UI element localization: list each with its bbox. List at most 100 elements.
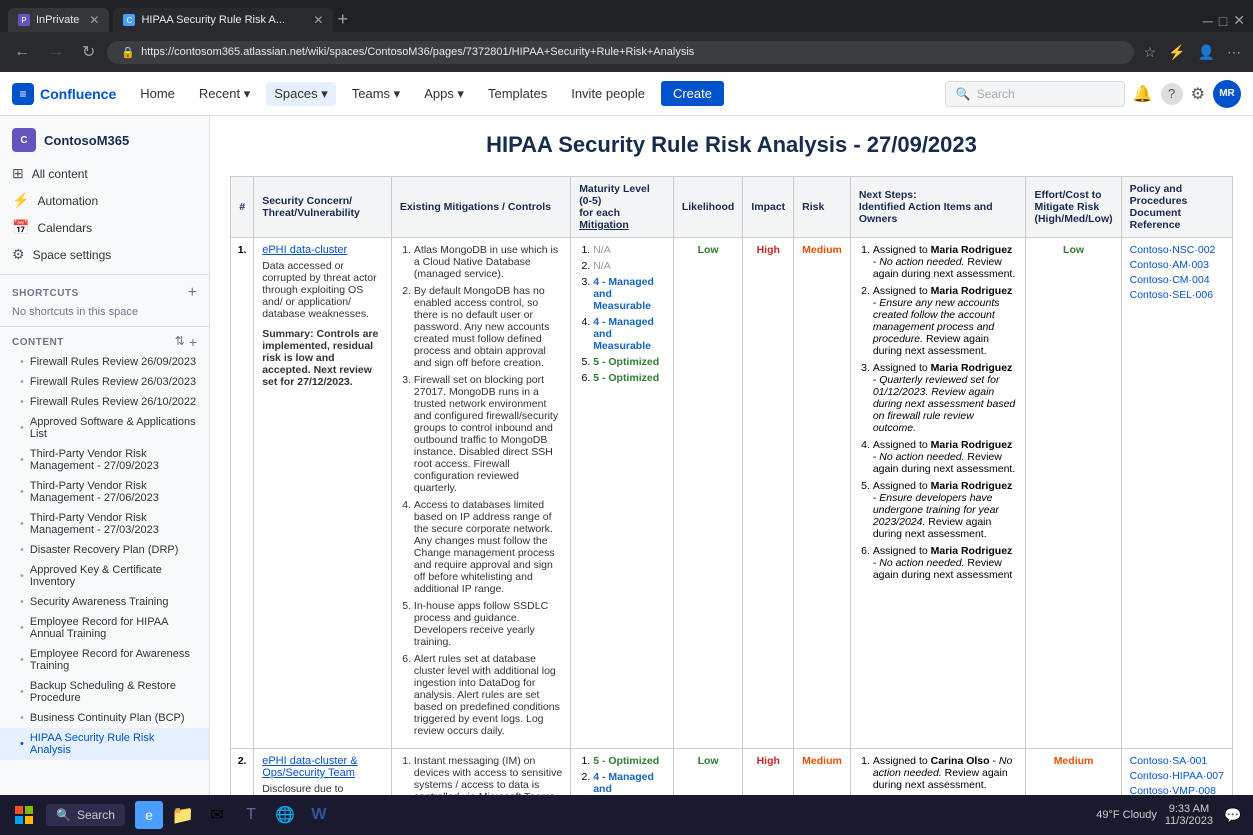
- row2-impact: High: [743, 749, 794, 796]
- topnav-templates[interactable]: Templates: [480, 82, 555, 105]
- notification-icon[interactable]: 🔔: [1133, 84, 1153, 104]
- taskbar-clock: 9:33 AM 11/3/2023: [1165, 803, 1213, 827]
- sidebar-space-settings[interactable]: ⚙ Space settings: [0, 241, 209, 268]
- help-icon[interactable]: ?: [1161, 83, 1183, 105]
- sidebar-all-content[interactable]: ⊞ All content: [0, 160, 209, 187]
- taskbar-teams-icon[interactable]: T: [237, 801, 265, 829]
- topnav-recent[interactable]: Recent ▾: [191, 82, 258, 106]
- sidebar-calendars[interactable]: 📅 Calendars: [0, 214, 209, 241]
- topnav-create-button[interactable]: Create: [661, 81, 724, 106]
- topnav-spaces[interactable]: Spaces ▾: [266, 82, 336, 106]
- sidebar-item-firewall3[interactable]: • Firewall Rules Review 26/10/2022: [0, 392, 209, 412]
- row2-effort: Medium: [1026, 749, 1121, 796]
- nav-forward-button[interactable]: →: [42, 39, 70, 65]
- browser-profile-icon[interactable]: 👤: [1194, 40, 1219, 65]
- tab-close-icon[interactable]: ✕: [89, 13, 99, 27]
- shortcuts-add-icon[interactable]: +: [188, 284, 197, 302]
- row2-risk: Medium: [794, 749, 851, 796]
- browser-star-icon[interactable]: ☆: [1140, 40, 1161, 65]
- browser-ext-icon[interactable]: ⚡: [1164, 40, 1189, 65]
- row1-impact: High: [743, 238, 794, 749]
- sidebar-item-vendor1[interactable]: • Third-Party Vendor Risk Management - 2…: [0, 444, 209, 476]
- sidebar-item-vendor3[interactable]: • Third-Party Vendor Risk Management - 2…: [0, 508, 209, 540]
- taskbar-search[interactable]: 🔍 Search: [46, 804, 125, 826]
- taskbar-mail-icon[interactable]: ✉: [203, 801, 231, 829]
- sidebar-item-firewall2[interactable]: • Firewall Rules Review 26/03/2023: [0, 372, 209, 392]
- taskbar-explorer-icon[interactable]: 📁: [169, 801, 197, 829]
- row1-maturity: N/A N/A 4 - Managed and Measurable 4 - M…: [571, 238, 674, 749]
- col-maturity: Maturity Level (0-5)for each Mitigation: [571, 177, 674, 238]
- col-mitigations: Existing Mitigations / Controls: [391, 177, 570, 238]
- window-close-icon[interactable]: ✕: [1233, 12, 1245, 29]
- topnav-invite[interactable]: Invite people: [563, 82, 653, 105]
- taskbar-word-icon[interactable]: W: [305, 801, 333, 829]
- col-risk: Risk: [794, 177, 851, 238]
- taskbar-browser-icon[interactable]: e: [135, 801, 163, 829]
- user-avatar[interactable]: MR: [1213, 80, 1241, 108]
- browser-tab-active[interactable]: C HIPAA Security Rule Risk A... ✕: [113, 8, 333, 32]
- browser-nav-bar: ← → ↻ 🔒 https://contosom365.atlassian.ne…: [0, 32, 1253, 72]
- sidebar: C ContosoM365 ⊞ All content ⚡ Automation…: [0, 116, 210, 795]
- row1-threat: ePHI data-cluster Data accessed or corru…: [254, 238, 392, 749]
- row1-actions: Assigned to Maria Rodriguez - No action …: [850, 238, 1026, 749]
- row1-references: Contoso·NSC·002 Contoso·AM·003 Contoso·C…: [1121, 238, 1232, 749]
- taskbar-edge-icon2[interactable]: 🌐: [271, 801, 299, 829]
- page-title: HIPAA Security Rule Risk Analysis - 27/0…: [230, 132, 1233, 158]
- sidebar-item-hipaa-risk[interactable]: • HIPAA Security Rule Risk Analysis: [0, 728, 209, 760]
- sidebar-item-drp[interactable]: • Disaster Recovery Plan (DRP): [0, 540, 209, 560]
- tab-add-icon[interactable]: +: [337, 9, 348, 30]
- sidebar-workspace[interactable]: C ContosoM365: [0, 122, 209, 158]
- nav-refresh-button[interactable]: ↻: [76, 38, 101, 66]
- taskbar-weather[interactable]: 49°F Cloudy: [1096, 809, 1157, 821]
- sidebar-item-awareness-training[interactable]: • Employee Record for Awareness Training: [0, 644, 209, 676]
- sidebar-item-vendor2[interactable]: • Third-Party Vendor Risk Management - 2…: [0, 476, 209, 508]
- table-row: 1. ePHI data-cluster Data accessed or co…: [231, 238, 1233, 749]
- browser-tab-inprivate[interactable]: P InPrivate ✕: [8, 8, 109, 32]
- threat-link-2[interactable]: ePHI data-cluster &Ops/Security Team: [262, 755, 383, 779]
- search-icon: 🔍: [956, 87, 971, 101]
- col-num: #: [231, 177, 254, 238]
- start-button[interactable]: [8, 799, 40, 831]
- page-content: HIPAA Security Rule Risk Analysis - 27/0…: [210, 116, 1253, 795]
- window-maximize-icon[interactable]: □: [1219, 13, 1227, 29]
- workspace-name: ContosoM365: [44, 133, 129, 148]
- nav-back-button[interactable]: ←: [8, 39, 36, 65]
- tab-close-active-icon[interactable]: ✕: [313, 13, 323, 27]
- taskbar-notification[interactable]: 💬: [1221, 803, 1245, 827]
- topnav-apps[interactable]: Apps ▾: [416, 82, 472, 106]
- sidebar-item-backup[interactable]: • Backup Scheduling & Restore Procedure: [0, 676, 209, 708]
- col-policy: Policy and Procedures Document Reference: [1121, 177, 1232, 238]
- sidebar-item-firewall1[interactable]: • Firewall Rules Review 26/09/2023: [0, 352, 209, 372]
- shortcuts-label: SHORTCUTS: [12, 288, 79, 299]
- topnav-home[interactable]: Home: [132, 82, 183, 105]
- topnav-teams[interactable]: Teams ▾: [344, 82, 408, 106]
- sidebar-item-software[interactable]: • Approved Software & Applications List: [0, 412, 209, 444]
- address-bar[interactable]: 🔒 https://contosom365.atlassian.net/wiki…: [107, 41, 1133, 64]
- sidebar-item-security-awareness[interactable]: • Security Awareness Training: [0, 592, 209, 612]
- settings-icon[interactable]: ⚙: [1191, 84, 1205, 104]
- confluence-logo[interactable]: ≡ Confluence: [12, 83, 116, 105]
- taskbar-search-icon: 🔍: [56, 808, 71, 822]
- col-likelihood: Likelihood: [673, 177, 743, 238]
- sidebar-item-keys[interactable]: • Approved Key & Certificate Inventory: [0, 560, 209, 592]
- col-effort: Effort/Cost to Mitigate Risk(High/Med/Lo…: [1026, 177, 1121, 238]
- row1-likelihood: Low: [673, 238, 743, 749]
- topbar-search[interactable]: 🔍 Search: [945, 81, 1125, 107]
- col-threat: Security Concern/Threat/Vulnerability: [254, 177, 392, 238]
- taskbar-search-label: Search: [77, 808, 115, 822]
- content-sort-icon[interactable]: ⇅: [175, 334, 185, 350]
- browser-chrome: P InPrivate ✕ C HIPAA Security Rule Risk…: [0, 0, 1253, 32]
- browser-menu-icon[interactable]: ⋯: [1223, 40, 1245, 65]
- sidebar-automation[interactable]: ⚡ Automation: [0, 187, 209, 214]
- content-add-icon[interactable]: +: [189, 334, 197, 350]
- row1-mitigations: Atlas MongoDB in use which is a Cloud Na…: [391, 238, 570, 749]
- row2-references: Contoso·SA·001 Contoso·HIPAA·007 Contoso…: [1121, 749, 1232, 796]
- sidebar-item-hipaa-training[interactable]: • Employee Record for HIPAA Annual Train…: [0, 612, 209, 644]
- table-row: 2. ePHI data-cluster &Ops/Security Team …: [231, 749, 1233, 796]
- row1-effort: Low: [1026, 238, 1121, 749]
- threat-link-1[interactable]: ePHI data-cluster: [262, 244, 383, 256]
- row1-risk: Medium: [794, 238, 851, 749]
- row2-likelihood: Low: [673, 749, 743, 796]
- window-minimize-icon[interactable]: ─: [1203, 13, 1213, 29]
- sidebar-item-bcp[interactable]: • Business Continuity Plan (BCP): [0, 708, 209, 728]
